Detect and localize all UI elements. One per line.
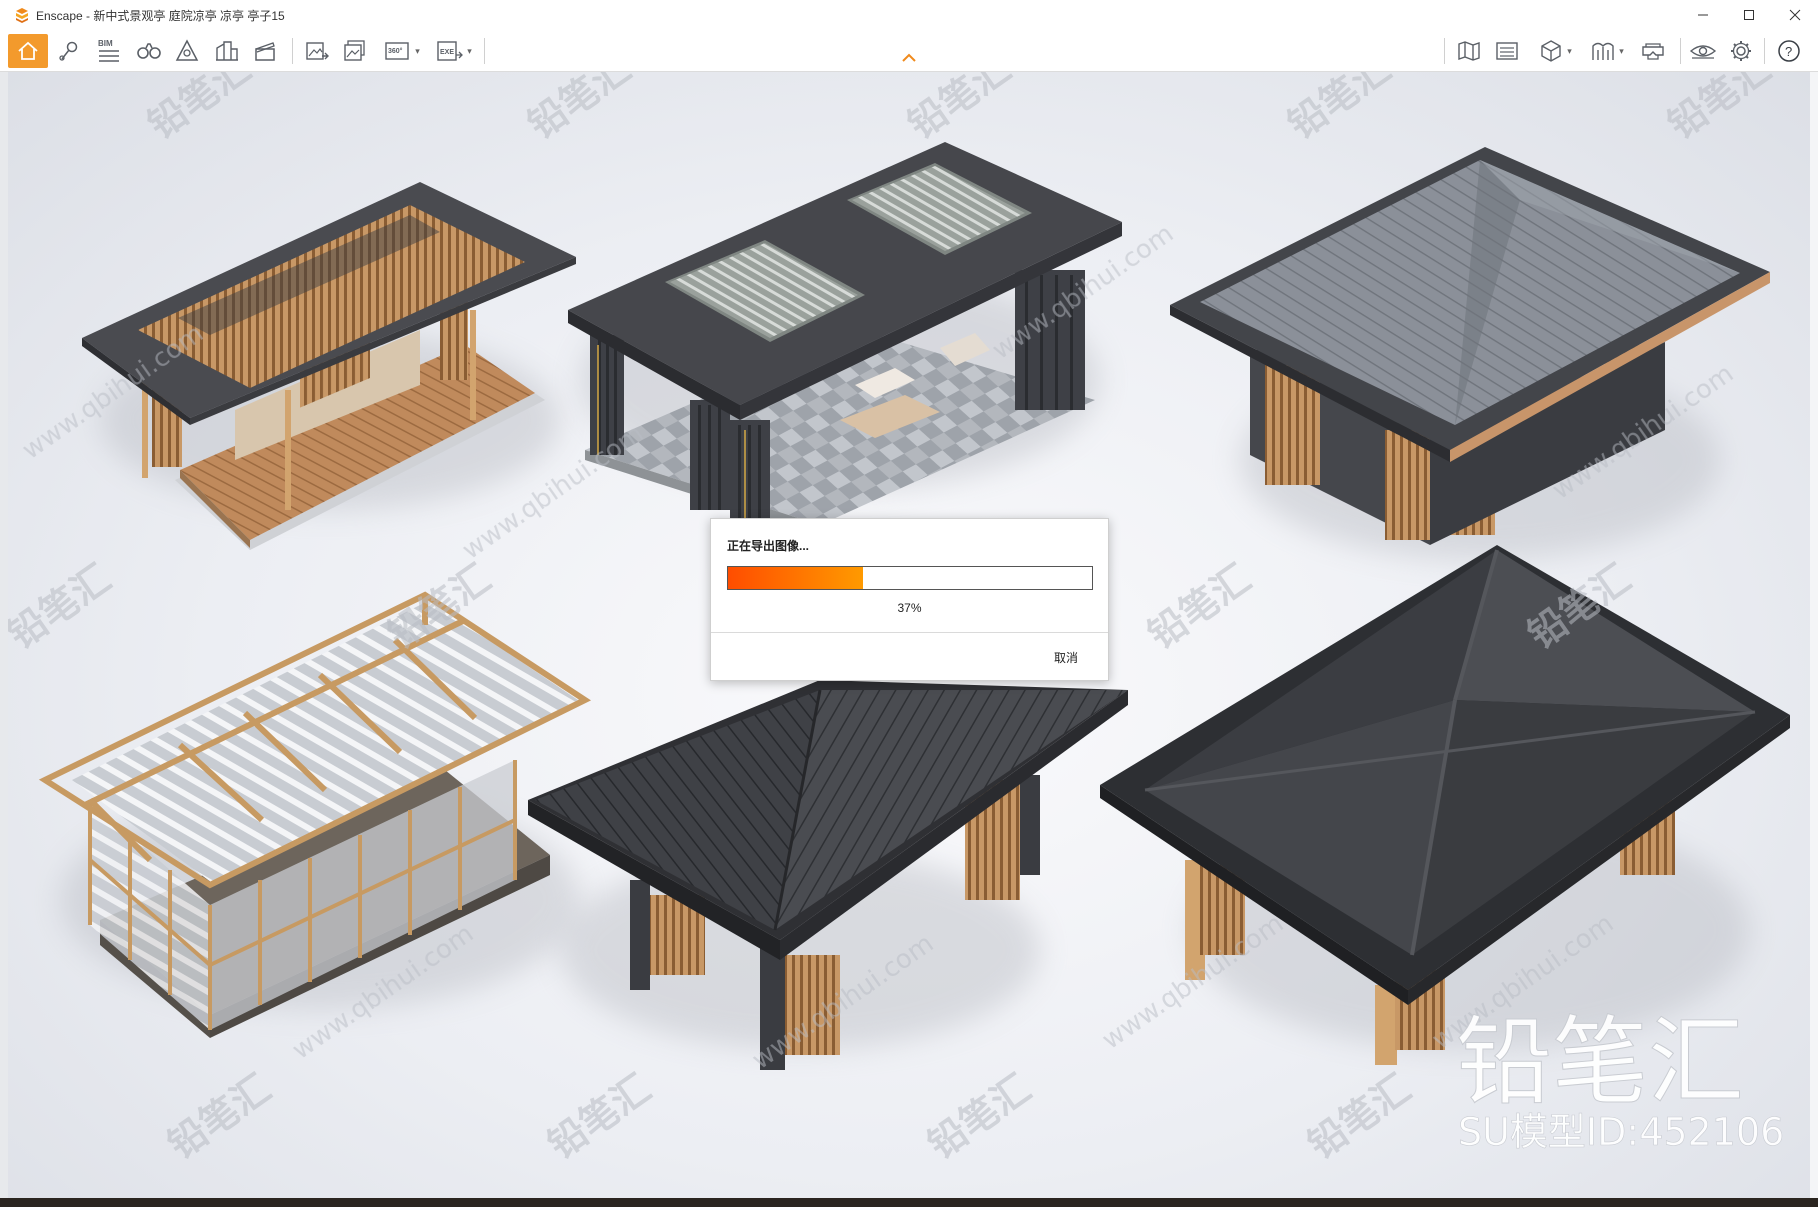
svg-text:铅笔汇: 铅笔汇: [1300, 1066, 1419, 1167]
help-button[interactable]: ?: [1772, 34, 1806, 68]
progress-bar-fill: [728, 567, 863, 589]
title-bar: Enscape - 新中式景观亭 庭院凉亭 凉亭 亭子15: [0, 0, 1818, 30]
chevron-down-icon: ▾: [415, 45, 420, 56]
export-image-icon: [306, 42, 329, 60]
svg-text:铅笔汇: 铅笔汇: [520, 72, 639, 147]
cube-view-button[interactable]: ▾: [1532, 34, 1578, 68]
clapboard-icon: [255, 42, 275, 61]
binoculars-button[interactable]: [132, 34, 166, 68]
main-toolbar: BIM 360° ▾ EXE ▾ ▾ ▾ ?: [0, 30, 1818, 72]
screen-list-icon: [1496, 42, 1518, 60]
bottom-edge-strip: [0, 1198, 1818, 1207]
render-image-button[interactable]: [300, 34, 334, 68]
svg-text:360°: 360°: [388, 47, 403, 55]
maximize-icon: [1744, 10, 1754, 20]
close-button[interactable]: [1772, 0, 1818, 30]
map-marker-icon: [59, 41, 78, 61]
svg-text:铅笔汇: 铅笔汇: [900, 72, 1019, 147]
svg-text:?: ?: [1785, 44, 1792, 59]
cancel-button[interactable]: 取消: [1054, 649, 1078, 666]
export-exe-icon: EXE: [437, 41, 464, 61]
svg-text:铅笔汇: 铅笔汇: [1280, 72, 1399, 147]
chevron-down-icon: ▾: [1619, 45, 1624, 56]
close-icon: [1789, 9, 1801, 21]
column-view-button[interactable]: ▾: [1584, 34, 1630, 68]
cube-icon: [1541, 40, 1561, 62]
collapse-toolbar-chevron-icon[interactable]: [900, 52, 918, 64]
export-exe-button[interactable]: EXE ▾: [432, 34, 476, 68]
buildings-icon: [216, 41, 238, 61]
left-edge-strip: [0, 72, 8, 1198]
visual-settings-button[interactable]: [1686, 34, 1720, 68]
toolbar-separator: [484, 38, 485, 64]
pavilion-hip-shingle: [1170, 147, 1770, 560]
bim-icon: BIM: [98, 39, 119, 62]
svg-text:铅笔汇: 铅笔汇: [920, 1066, 1039, 1167]
eye-icon: [1689, 45, 1717, 59]
export-progress-dialog: 正在导出图像... 37% 取消: [710, 518, 1109, 681]
panorama-360-icon: 360°: [385, 42, 409, 60]
svg-text:铅笔汇: 铅笔汇: [140, 72, 259, 147]
view-management-button[interactable]: [1490, 34, 1524, 68]
svg-text:铅笔汇: 铅笔汇: [540, 1066, 659, 1167]
vr-headset-icon: [1642, 43, 1664, 60]
minimize-button[interactable]: [1680, 0, 1726, 30]
toolbar-separator: [1444, 38, 1445, 64]
binoculars-icon: [137, 43, 161, 59]
sun-position-button[interactable]: [170, 34, 204, 68]
chevron-down-icon: ▾: [467, 45, 472, 56]
window-title: Enscape - 新中式景观亭 庭院凉亭 凉亭 亭子15: [36, 8, 285, 23]
help-icon: ?: [1778, 40, 1800, 62]
svg-text:BIM: BIM: [98, 39, 113, 48]
arches-icon: [1592, 42, 1614, 60]
toolbar-separator: [1764, 38, 1765, 64]
sun-triangle-icon: [175, 39, 199, 61]
toolbar-separator: [1680, 38, 1681, 64]
progress-percent-label: 37%: [897, 601, 922, 615]
brand-watermark: 铅笔汇: [1456, 1006, 1744, 1118]
minimize-icon: [1698, 14, 1708, 16]
vr-headset-button[interactable]: [1636, 34, 1670, 68]
window-controls: [1680, 0, 1818, 30]
map-marker-button[interactable]: [52, 34, 86, 68]
bim-button[interactable]: BIM: [92, 34, 126, 68]
chevron-down-icon: ▾: [1567, 45, 1572, 56]
batch-render-icon: [344, 40, 365, 61]
panorama-button[interactable]: 360° ▾: [380, 34, 424, 68]
pavilion-glass-wood-frame: [38, 591, 592, 1038]
svg-text:铅笔汇: 铅笔汇: [160, 1066, 279, 1167]
progress-bar: [727, 566, 1093, 590]
dialog-title: 正在导出图像...: [727, 539, 810, 553]
video-editor-button[interactable]: [248, 34, 282, 68]
svg-text:铅笔汇: 铅笔汇: [8, 556, 119, 657]
svg-text:铅笔汇: 铅笔汇: [1140, 556, 1259, 657]
svg-text:铅笔汇: 铅笔汇: [1660, 72, 1779, 147]
toolbar-separator: [292, 38, 293, 64]
enscape-window: Enscape - 新中式景观亭 庭院凉亭 凉亭 亭子15 BIM 360° ▾…: [0, 0, 1818, 1207]
dialog-divider: [711, 632, 1108, 633]
map-button[interactable]: [1452, 34, 1486, 68]
asset-library-button[interactable]: [210, 34, 244, 68]
home-button[interactable]: [8, 34, 48, 68]
enscape-logo-icon: [16, 8, 28, 23]
settings-button[interactable]: [1724, 34, 1758, 68]
model-id-watermark: SU模型ID:452106: [1458, 1110, 1784, 1154]
map-icon: [1458, 41, 1480, 61]
home-icon: [18, 41, 38, 60]
batch-render-button[interactable]: [338, 34, 372, 68]
gear-icon: [1731, 41, 1751, 61]
svg-text:EXE: EXE: [440, 49, 454, 56]
maximize-button[interactable]: [1726, 0, 1772, 30]
